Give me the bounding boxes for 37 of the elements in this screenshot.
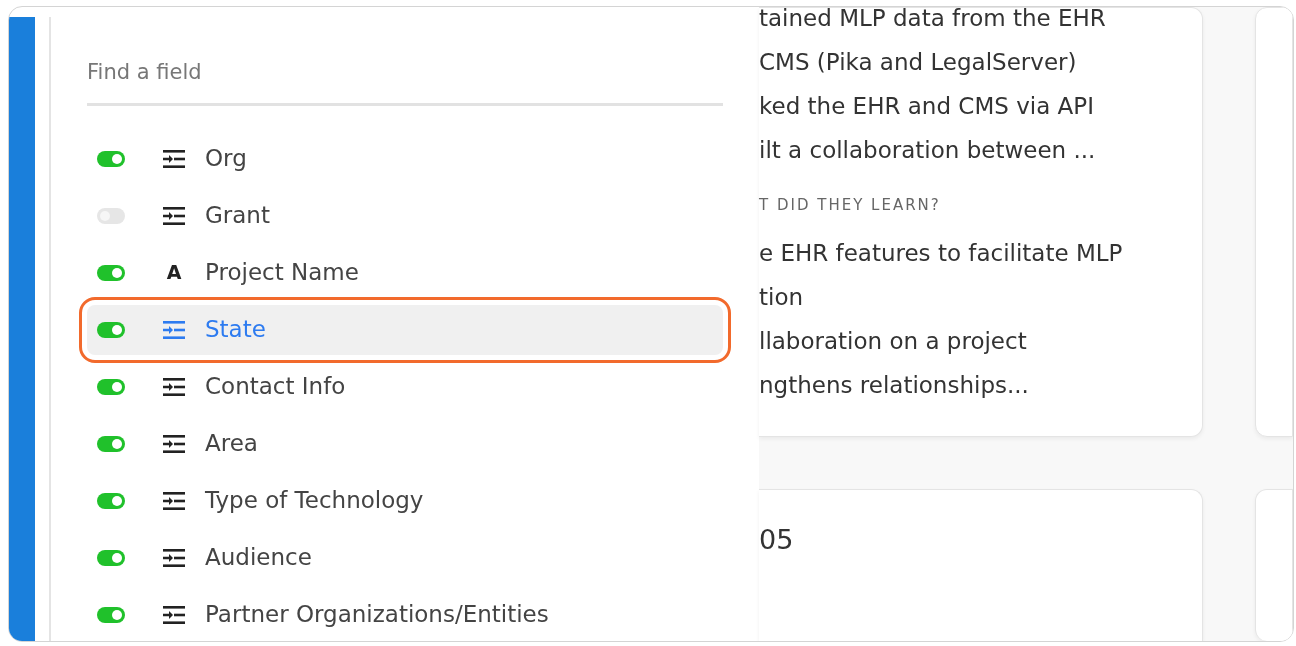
list-icon <box>162 148 186 169</box>
text-line: ngthens relationships... <box>759 370 1030 400</box>
field-row[interactable]: Type of Technology <box>87 475 723 526</box>
toggle-switch[interactable] <box>97 435 125 452</box>
field-row[interactable]: A Project Name <box>87 247 723 298</box>
text-line: ked the EHR and CMS via API <box>759 92 1095 121</box>
list-icon <box>162 319 186 340</box>
list-icon <box>162 205 186 226</box>
toggle-switch[interactable] <box>97 378 125 395</box>
section-heading: T DID THEY LEARN? <box>759 195 942 216</box>
text-line: e EHR features to facilitate MLP <box>759 238 1124 268</box>
list-icon <box>162 433 186 454</box>
field-row[interactable]: Audience <box>87 532 723 583</box>
toggle-switch[interactable] <box>97 492 125 509</box>
text-line: ilt a collaboration between ... <box>759 136 1097 165</box>
field-row[interactable]: Partner Organizations/Entities <box>87 589 723 640</box>
field-row[interactable]: Area <box>87 418 723 469</box>
toggle-switch[interactable] <box>97 549 125 566</box>
card-title: 05 <box>759 523 795 557</box>
field-row[interactable]: Grant <box>87 190 723 241</box>
toggle-switch[interactable] <box>97 207 125 224</box>
text-field-icon: A <box>161 261 187 284</box>
list-icon <box>162 490 186 511</box>
text-line: tained MLP data from the EHR <box>759 7 1107 33</box>
list-icon <box>162 376 186 397</box>
toggle-switch[interactable] <box>97 321 125 338</box>
text-line: tion <box>759 282 805 312</box>
toggle-switch[interactable] <box>97 606 125 623</box>
toggle-switch[interactable] <box>97 264 125 281</box>
field-row[interactable]: Contact Info <box>87 361 723 412</box>
toggle-switch[interactable] <box>97 150 125 167</box>
search-field[interactable]: Find a field <box>87 45 723 106</box>
list-icon <box>162 604 186 625</box>
text-line: llaboration on a project <box>759 326 1028 356</box>
list-icon <box>162 547 186 568</box>
field-row[interactable]: Org <box>87 133 723 184</box>
text-line: CMS (Pika and LegalServer) <box>759 48 1078 77</box>
